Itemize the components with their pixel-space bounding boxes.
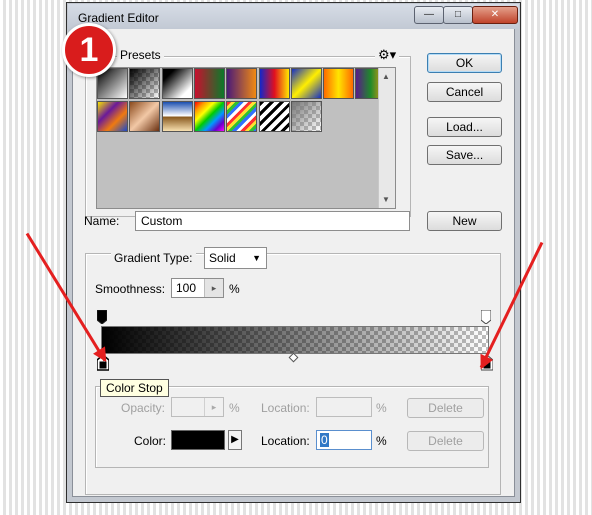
gradient-fill bbox=[102, 327, 488, 353]
preset-swatch-fill bbox=[162, 69, 192, 98]
presets-scrollbar[interactable]: ▲ ▼ bbox=[378, 68, 395, 208]
preset-swatch-foreground-to-transparent[interactable] bbox=[129, 68, 161, 99]
stepper-arrow-icon[interactable]: ▸ bbox=[204, 279, 223, 297]
color-menu-arrow-icon[interactable]: ▶ bbox=[228, 430, 242, 450]
preset-swatch-blue-red-yellow[interactable] bbox=[258, 68, 290, 99]
minimize-button[interactable]: — bbox=[414, 6, 444, 24]
opacity-location-input bbox=[316, 397, 372, 417]
color-location-value: 0 bbox=[320, 433, 329, 447]
gradient-type-value: Solid bbox=[209, 251, 236, 265]
presets-label: Presets bbox=[117, 48, 164, 62]
preset-swatch-blue-yellow-blue[interactable] bbox=[290, 68, 322, 99]
presets-list[interactable]: ▲ ▼ bbox=[96, 67, 396, 209]
preset-swatch-fill bbox=[291, 69, 321, 98]
preset-swatch-orange-yellow-orange[interactable] bbox=[323, 68, 355, 99]
opacity-label: Opacity: bbox=[121, 401, 166, 415]
ok-button[interactable]: OK bbox=[427, 53, 502, 73]
gradient-editor-window: Gradient Editor — □ ✕ ▲ ▼ Presets ⚙▾ OK … bbox=[66, 2, 521, 503]
preset-swatch-neutral-density[interactable] bbox=[290, 101, 322, 132]
preset-swatch-black-white[interactable] bbox=[161, 68, 193, 99]
preset-swatch-fill bbox=[194, 102, 224, 131]
gradient-type-select[interactable]: Solid ▼ bbox=[204, 247, 267, 269]
presets-group: ▲ ▼ bbox=[85, 56, 411, 217]
color-location-label: Location: bbox=[261, 434, 310, 448]
color-location-unit: % bbox=[376, 434, 387, 448]
preset-swatch-fill bbox=[227, 102, 257, 131]
opacity-stop-left[interactable] bbox=[96, 309, 108, 325]
preset-swatch-red-green[interactable] bbox=[193, 68, 225, 99]
preset-swatch-violet-orange[interactable] bbox=[226, 68, 258, 99]
delete-opacity-stop-button: Delete bbox=[407, 398, 484, 418]
load-button[interactable]: Load... bbox=[427, 117, 502, 137]
opacity-location-label: Location: bbox=[261, 401, 310, 415]
smoothness-value: 100 bbox=[176, 281, 197, 295]
cancel-button[interactable]: Cancel bbox=[427, 82, 502, 102]
title-bar[interactable]: Gradient Editor — □ ✕ bbox=[68, 4, 519, 29]
preset-swatch-spectrum[interactable] bbox=[193, 101, 225, 132]
preset-swatch-fill bbox=[291, 102, 321, 131]
smoothness-input[interactable]: 100 ▸ bbox=[171, 278, 224, 298]
chevron-down-icon: ▼ bbox=[252, 253, 261, 263]
scroll-up-icon[interactable]: ▲ bbox=[382, 72, 390, 81]
preset-swatch-transparent-rainbow[interactable] bbox=[226, 101, 258, 132]
preset-swatch-chrome[interactable] bbox=[161, 101, 193, 132]
opacity-unit: % bbox=[229, 401, 240, 415]
save-button[interactable]: Save... bbox=[427, 145, 502, 165]
color-label: Color: bbox=[134, 434, 167, 448]
preset-swatch-fill bbox=[194, 69, 224, 98]
preset-swatch-fill bbox=[324, 69, 354, 98]
color-swatch-fill bbox=[172, 431, 224, 449]
preset-swatch-fill bbox=[98, 102, 127, 131]
preset-swatch-transparent-stripes[interactable] bbox=[258, 101, 290, 132]
preset-swatch-copper[interactable] bbox=[129, 101, 161, 132]
opacity-stop-right[interactable] bbox=[480, 309, 492, 325]
preset-swatch-yellow-violet-orange-blue[interactable] bbox=[97, 101, 128, 132]
stepper-arrow-icon: ▸ bbox=[204, 398, 223, 416]
new-button[interactable]: New bbox=[427, 211, 502, 231]
gear-icon[interactable]: ⚙▾ bbox=[375, 47, 400, 63]
dialog-content: ▲ ▼ Presets ⚙▾ OK Cancel Load... Save...… bbox=[73, 29, 514, 496]
color-stop-tooltip: Color Stop bbox=[100, 379, 169, 397]
name-input[interactable]: Custom bbox=[135, 211, 410, 231]
preset-swatch-fill bbox=[259, 69, 289, 98]
preset-swatch-fill bbox=[259, 102, 289, 131]
preset-swatch-fill bbox=[130, 69, 160, 98]
preset-swatch-fill bbox=[162, 102, 192, 131]
gradient-type-label: Gradient Type: bbox=[111, 251, 196, 265]
preset-swatch-fill bbox=[227, 69, 257, 98]
maximize-button[interactable]: □ bbox=[443, 6, 473, 24]
opacity-location-unit: % bbox=[376, 401, 387, 415]
scroll-down-icon[interactable]: ▼ bbox=[382, 195, 390, 204]
step-number-badge: 1 bbox=[62, 23, 116, 77]
color-location-input[interactable]: 0 bbox=[316, 430, 372, 450]
preset-swatch-fill bbox=[130, 102, 160, 131]
opacity-input: ▸ bbox=[171, 397, 224, 417]
step-number: 1 bbox=[79, 31, 99, 69]
color-swatch[interactable] bbox=[171, 430, 225, 450]
smoothness-unit: % bbox=[229, 282, 240, 296]
name-label: Name: bbox=[84, 214, 120, 228]
gradient-preview-bar[interactable] bbox=[101, 326, 489, 354]
close-button[interactable]: ✕ bbox=[472, 6, 518, 24]
smoothness-label: Smoothness: bbox=[95, 282, 166, 296]
delete-color-stop-button: Delete bbox=[407, 431, 484, 451]
